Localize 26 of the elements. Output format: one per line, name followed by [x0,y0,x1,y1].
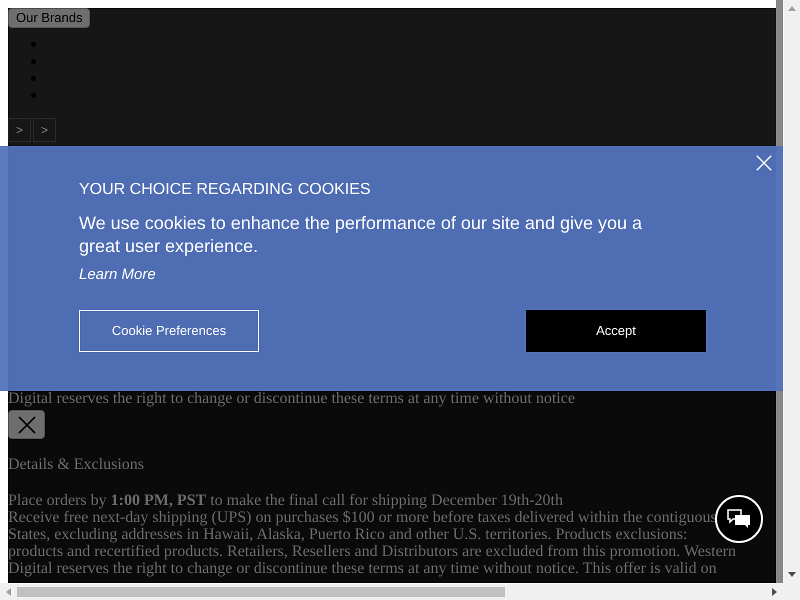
close-button[interactable] [8,410,45,439]
banner-message: We use cookies to enhance the performance of our site and give you a great user experience. [79,212,644,258]
horizontal-scrollbar[interactable] [0,583,800,600]
accept-button[interactable]: Accept [526,310,706,352]
notice-text: Digital reserves the right to change or discontinue these terms at any time without notice [8,390,576,408]
banner-title: YOUR CHOICE REGARDING COOKIES [79,180,371,200]
terms-text: Digital reserves the right to change or discontinue these terms at any time without notice. This offer is valid on [8,560,717,577]
chat-button[interactable] [715,495,763,543]
our-brands-button[interactable]: Our Brands [8,8,90,28]
terms-text: Place orders by 1:00 PM, PST to make the final call for shipping December 19th-20th [8,492,563,509]
terms-text: products and recertified products. Retailers, Resellers and Distributors are excluded from this promotion. Western [8,543,736,560]
scroll-left-icon[interactable] [6,588,11,596]
scroll-down-icon[interactable] [788,572,796,577]
scroll-up-icon[interactable] [788,6,796,11]
terms-text: Receive free next-day shipping (UPS) on purchases $100 or more before taxes delivered within the contiguous [8,509,717,526]
scrollbar-thumb[interactable] [17,586,505,596]
close-icon [755,154,773,172]
learn-more-link[interactable]: Learn More [79,265,156,285]
section-heading: Details & Exclusions [8,455,144,475]
arrow-button[interactable]: > [8,118,31,142]
terms-text: States, excluding addresses in Hawaii, Alaska, Puerto Rico and other U.S. territories. Products exclusions: [8,526,688,543]
scroll-right-icon[interactable] [772,588,777,596]
chat-bubbles-icon [727,509,751,529]
arrow-button[interactable]: > [33,118,56,142]
close-icon [16,414,36,434]
preferences-button[interactable]: Cookie Preferences [79,310,259,352]
